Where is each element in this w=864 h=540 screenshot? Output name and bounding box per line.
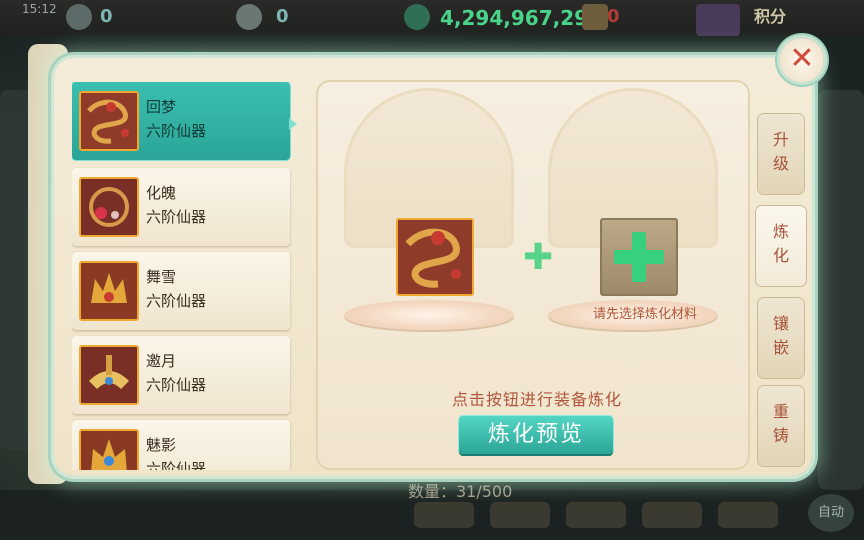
tab-recast[interactable]: 重 铸 [758,386,804,466]
item-grade: 六阶仙器 [146,292,207,310]
selection-arrow-icon [289,118,297,130]
item-name: 邀月 [146,352,177,370]
list-item-meiying[interactable]: 魅影 六阶仙器 [72,420,290,470]
tab-refine[interactable]: 炼 化 [756,206,806,286]
item-name: 魅影 [146,436,177,454]
tab-label: 化 [772,246,789,265]
refine-preview-button[interactable]: 炼化预览 [459,416,613,454]
tab-label: 重 [772,402,789,421]
item-grade: 六阶仙器 [146,376,207,394]
points-button[interactable]: 积分 [745,2,795,32]
tab-label: 级 [772,154,789,173]
tab-label: 嵌 [772,338,789,357]
list-item-huimeng[interactable]: 回梦 六阶仙器 [72,82,290,160]
red-currency-value: 0 [607,6,620,27]
item-name: 回梦 [146,98,177,116]
bottom-button-1 [414,502,474,528]
currency-a-value: 0 [100,6,113,27]
right-side-menu [818,90,864,490]
bottom-button-2 [490,502,550,528]
count-text: 数量：31/500 [408,482,513,501]
currency-b-value: 0 [276,6,289,27]
item-name: 化魄 [146,184,177,202]
plus-icon: ✚ [523,237,554,278]
auto-button[interactable]: 自动 [808,494,854,532]
jade-icon [404,4,430,30]
bottom-button-5 [718,502,778,528]
action-hint-text: 点击按钮进行装备炼化 [451,390,622,409]
tab-label: 镶 [772,314,789,333]
equipment-slot[interactable] [396,218,474,296]
bracelet-icon [79,91,139,151]
tab-inlay[interactable]: 镶 嵌 [758,298,804,378]
bottom-button-3 [566,502,626,528]
tab-label: 铸 [772,426,789,445]
avatar [696,4,740,36]
close-icon: ✕ [789,41,815,76]
item-grade: 六阶仙器 [146,122,207,140]
headpiece-icon [79,345,139,405]
item-grade: 六阶仙器 [146,208,207,226]
tab-label: 升 [772,130,789,149]
bottom-button-4 [642,502,702,528]
top-status-bar: 15:12 0 0 4,294,967,295 0 积分 [0,0,864,36]
material-slot[interactable] [600,218,678,296]
tab-label: 炼 [772,222,789,241]
left-pedestal [344,300,514,330]
crown-icon [79,261,139,321]
bracelet-icon [79,177,139,237]
list-item-wuxue[interactable]: 舞雪 六阶仙器 [72,252,290,330]
equipment-list[interactable]: 回梦 六阶仙器 化魄 六阶仙器 舞雪 六阶仙器 邀月 六阶仙器 魅影 六阶仙器 [72,82,294,470]
item-name: 舞雪 [146,268,177,286]
bracelet-icon [398,220,472,294]
crown-icon [79,429,139,470]
list-item-huapo[interactable]: 化魄 六阶仙器 [72,168,290,246]
list-item-yaoyue[interactable]: 邀月 六阶仙器 [72,336,290,414]
close-button[interactable]: ✕ [780,38,824,82]
item-grade: 六阶仙器 [146,460,207,470]
material-hint-text: 请先选择炼化材料 [592,307,697,322]
scroll-icon [582,4,608,30]
clock-text: 15:12 [22,2,57,16]
add-material-icon [614,232,664,282]
gold-value: 4,294,967,295 [440,6,602,30]
silver-icon [236,4,262,30]
ticket-icon [66,4,92,30]
tab-upgrade[interactable]: 升 级 [758,114,804,194]
